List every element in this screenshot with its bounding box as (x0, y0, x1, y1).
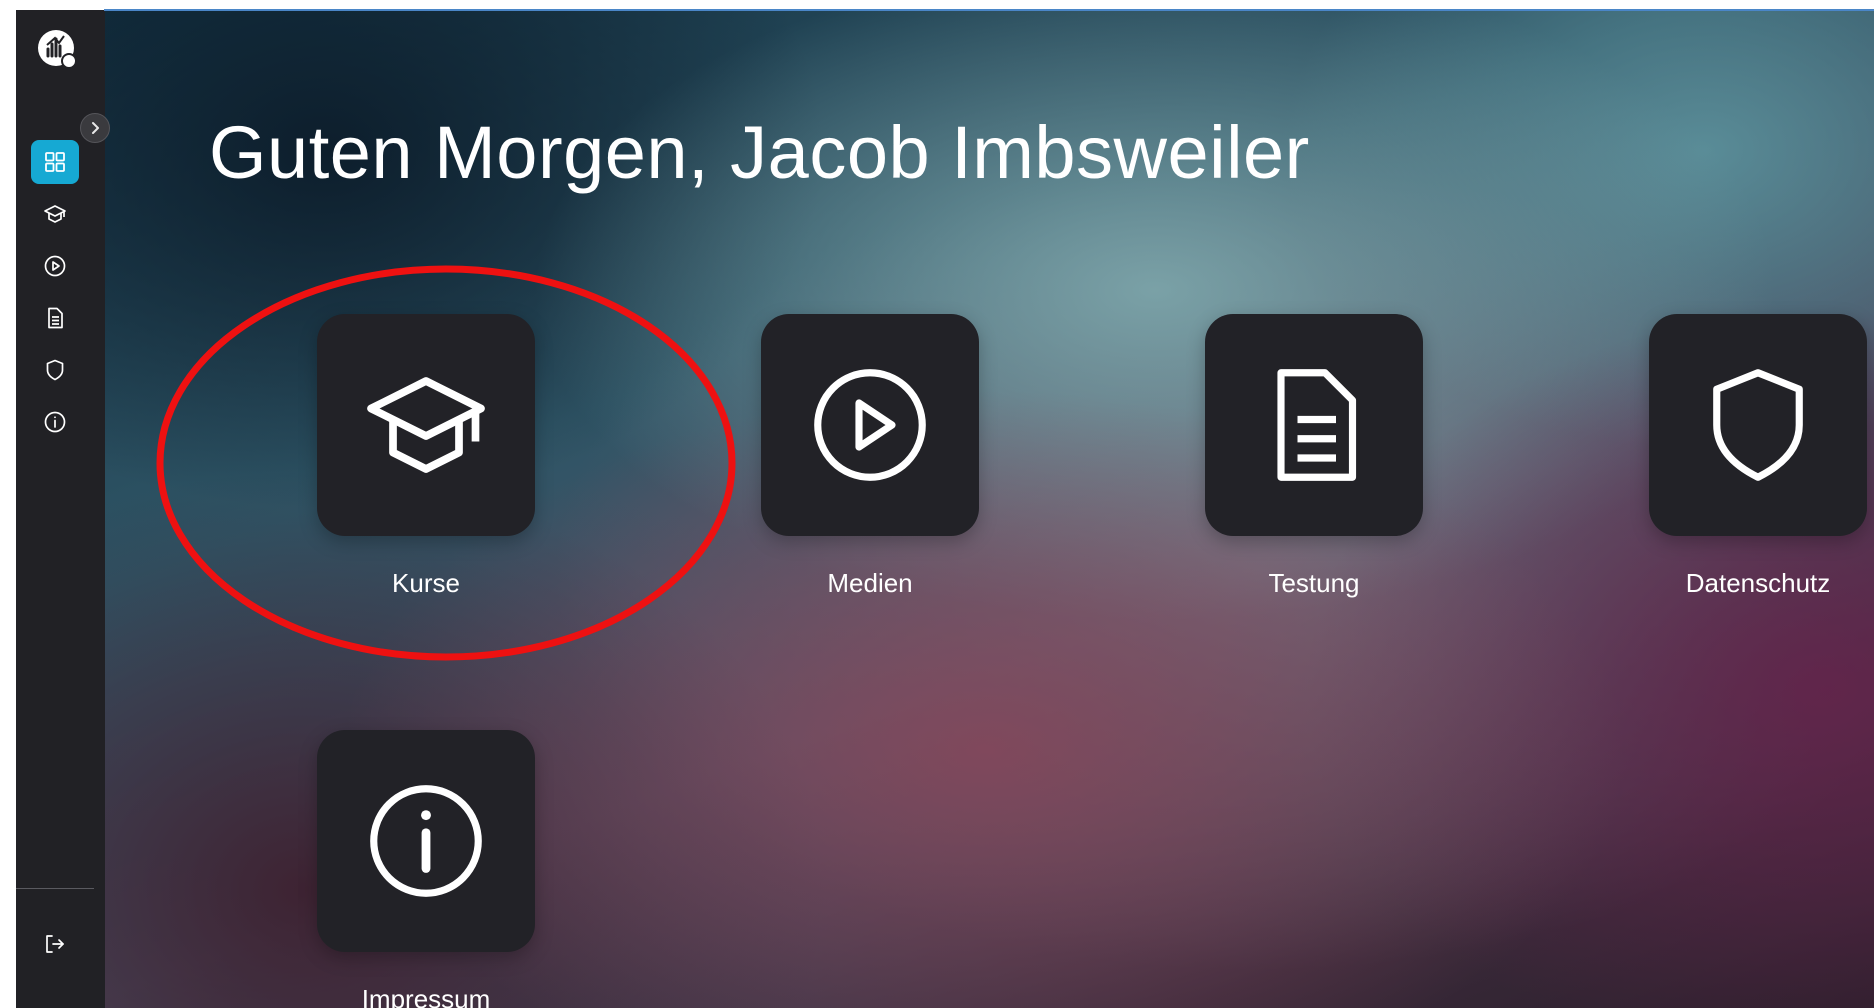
sidebar-item-medien[interactable] (31, 244, 79, 288)
sidebar-item-testung[interactable] (31, 296, 79, 340)
tile-label-datenschutz: Datenschutz (1685, 568, 1831, 598)
sidebar (16, 10, 105, 1008)
graduation-cap-icon (367, 377, 485, 473)
sidebar-divider (16, 888, 94, 889)
tile-label-kurse: Kurse (392, 568, 460, 598)
app-logo-icon[interactable] (35, 27, 79, 71)
tile-impressum[interactable]: Impressum (317, 730, 535, 1008)
graduation-cap-icon (44, 205, 66, 223)
tile-datenschutz-box[interactable] (1649, 314, 1867, 536)
document-icon (1277, 369, 1357, 481)
info-icon (370, 785, 482, 897)
sidebar-item-impressum[interactable] (31, 400, 79, 444)
info-icon (44, 411, 66, 433)
shield-icon (1713, 369, 1803, 481)
logout-button[interactable] (31, 922, 79, 966)
tile-testung[interactable]: Testung (1205, 314, 1423, 599)
tile-impressum-box[interactable] (317, 730, 535, 952)
dashboard-grid-icon (45, 152, 65, 172)
tile-label-medien: Medien (827, 568, 913, 598)
chevron-right-icon (92, 122, 99, 134)
app-window: Guten Morgen, Jacob Imbsweiler Kurse Med… (0, 0, 1874, 1008)
sidebar-item-datenschutz[interactable] (31, 348, 79, 392)
sidebar-item-dashboard[interactable] (31, 140, 79, 184)
window-top-border (104, 9, 1874, 11)
sidebar-item-kurse[interactable] (31, 192, 79, 236)
logout-icon (46, 935, 64, 953)
play-circle-icon (814, 369, 926, 481)
dashboard-main: Guten Morgen, Jacob Imbsweiler Kurse Med… (105, 10, 1874, 1008)
tile-kurse-box[interactable] (317, 314, 535, 536)
tile-datenschutz[interactable]: Datenschutz (1649, 314, 1867, 599)
tile-kurse[interactable]: Kurse (317, 314, 535, 599)
tile-testung-box[interactable] (1205, 314, 1423, 536)
page-title: Guten Morgen, Jacob Imbsweiler (209, 111, 1310, 194)
play-circle-icon (44, 255, 66, 277)
shield-icon (46, 359, 64, 381)
tile-label-testung: Testung (1268, 568, 1360, 598)
sidebar-collapse-button[interactable] (80, 113, 110, 143)
tile-medien-box[interactable] (761, 314, 979, 536)
tile-label-impressum: Impressum (361, 984, 491, 1008)
document-icon (48, 307, 63, 329)
tile-medien[interactable]: Medien (761, 314, 979, 599)
